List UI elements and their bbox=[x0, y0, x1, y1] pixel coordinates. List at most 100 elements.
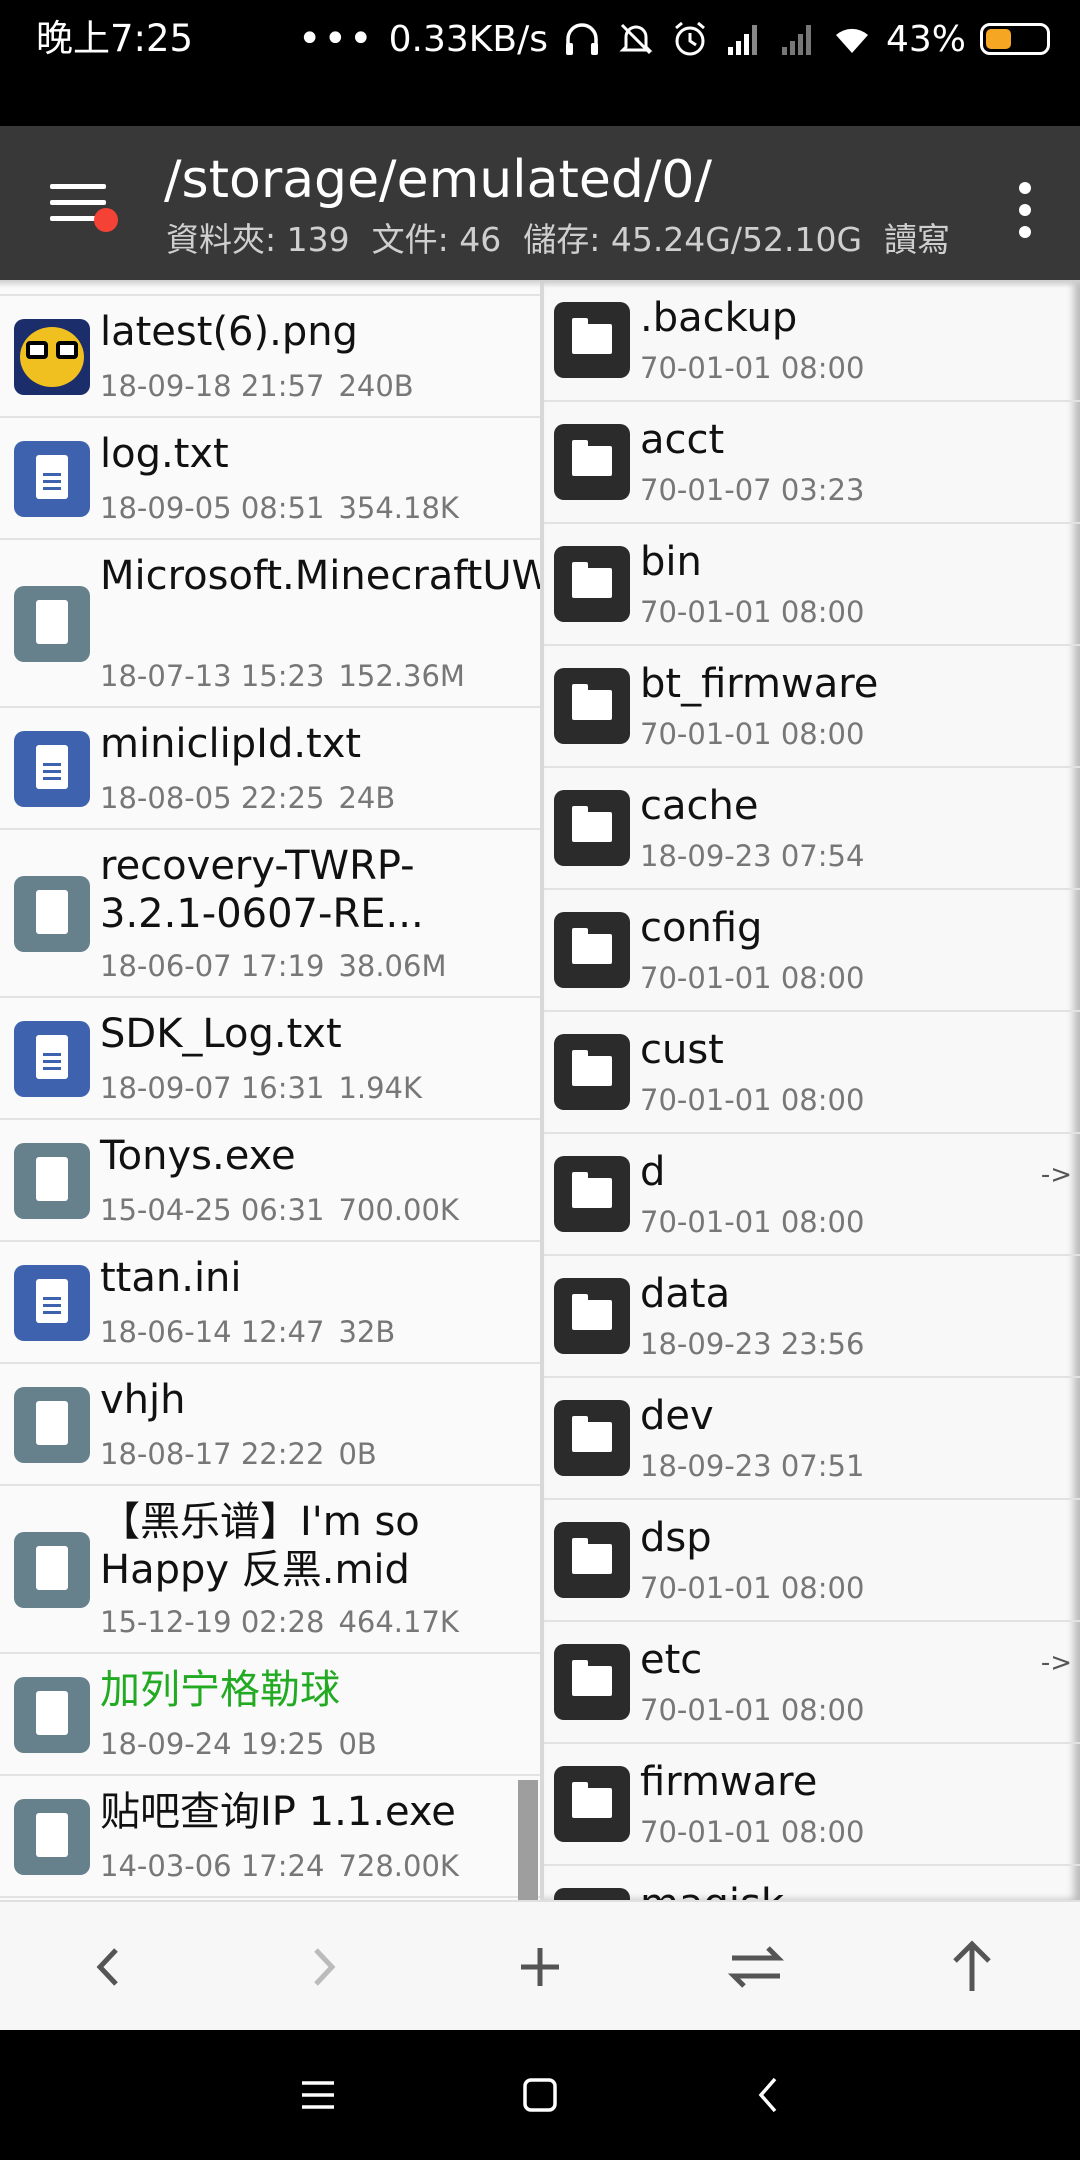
back-button[interactable] bbox=[0, 1902, 216, 2032]
file-list-item[interactable]: vhjh 18-08-17 22:22 0B bbox=[0, 1364, 540, 1486]
file-size: 38.06M bbox=[338, 949, 447, 983]
file-meta: 18-09-24 19:25 0B bbox=[100, 1726, 377, 1762]
file-size: 152.36M bbox=[338, 659, 465, 693]
folder-name: firmware bbox=[640, 1759, 818, 1805]
folder-icon bbox=[554, 1644, 630, 1720]
file-size: 354.18K bbox=[338, 491, 459, 525]
left-pane[interactable]: latest(6).png 18-09-18 21:57 240B log.txt 18… bbox=[0, 280, 540, 1900]
file-glyph bbox=[36, 1546, 68, 1590]
text-document-icon bbox=[14, 1265, 90, 1341]
folder-list-item[interactable]: magisk bbox=[544, 1866, 1080, 1900]
plus-icon bbox=[521, 1948, 559, 1986]
folder-name: etc bbox=[640, 1637, 703, 1683]
folder-glyph bbox=[572, 1782, 612, 1818]
folder-list-item[interactable]: etc 70-01-01 08:00 -> bbox=[544, 1622, 1080, 1744]
folder-list-item[interactable]: dsp 70-01-01 08:00 bbox=[544, 1500, 1080, 1622]
folder-list-item[interactable]: bt_firmware 70-01-01 08:00 bbox=[544, 646, 1080, 768]
folder-name: acct bbox=[640, 417, 725, 463]
left-pane-scrollbar[interactable] bbox=[518, 1780, 538, 1900]
file-size: 1.94K bbox=[338, 1071, 423, 1105]
symlink-indicator: -> bbox=[1040, 1160, 1072, 1190]
folder-icon bbox=[554, 1156, 630, 1232]
menu-icon bbox=[302, 2081, 334, 2109]
text-document-icon bbox=[14, 1021, 90, 1097]
file-list-item[interactable]: Tonys.exe 15-04-25 06:31 700.00K bbox=[0, 1120, 540, 1242]
folders-count: 資料夾: 139 bbox=[166, 220, 350, 259]
file-list-item[interactable]: 【黑乐谱】I'm so Happy 反黑.mid 15-12-19 02:28 46… bbox=[0, 1486, 540, 1654]
text-document-icon bbox=[14, 441, 90, 517]
eye bbox=[26, 341, 48, 359]
folder-list-item[interactable]: firmware 70-01-01 08:00 bbox=[544, 1744, 1080, 1866]
folder-glyph bbox=[572, 562, 612, 598]
signal-icon bbox=[727, 25, 757, 55]
file-meta: 18-08-05 22:25 24B bbox=[100, 780, 395, 816]
file-list-item[interactable]: 加列宁格勒球 18-09-24 19:25 0B bbox=[0, 1654, 540, 1776]
file-icon bbox=[14, 1143, 90, 1219]
folder-glyph bbox=[572, 318, 612, 354]
folder-glyph bbox=[572, 1538, 612, 1574]
file-glyph bbox=[36, 1401, 68, 1445]
add-button[interactable] bbox=[432, 1902, 648, 2032]
files-count: 文件: 46 bbox=[371, 220, 502, 259]
home-square-icon bbox=[523, 2078, 557, 2112]
file-size: 464.17K bbox=[338, 1605, 459, 1639]
menu-bar bbox=[50, 200, 106, 205]
more-dots-icon: ••• bbox=[297, 16, 375, 62]
folder-icon bbox=[554, 1766, 630, 1842]
hamburger-menu-icon[interactable] bbox=[44, 176, 120, 236]
file-size: 32B bbox=[338, 1315, 396, 1349]
overflow-menu-icon[interactable] bbox=[1010, 180, 1040, 240]
folder-icon bbox=[554, 790, 630, 866]
swap-panes-button[interactable] bbox=[648, 1902, 864, 2032]
storage-usage: 儲存: 45.24G/52.10G bbox=[523, 220, 863, 259]
folder-name: bt_firmware bbox=[640, 661, 879, 707]
toolbar: /storage/emulated/0/ 資料夾: 139 文件: 46 儲存: 4… bbox=[0, 126, 1080, 280]
parent-folder-button[interactable] bbox=[864, 1902, 1080, 2032]
folder-list-item[interactable]: config 70-01-01 08:00 bbox=[544, 890, 1080, 1012]
file-date: 15-04-25 06:31 bbox=[100, 1193, 325, 1227]
folder-icon bbox=[554, 1034, 630, 1110]
folder-date: 70-01-01 08:00 bbox=[640, 1815, 865, 1849]
current-path[interactable]: /storage/emulated/0/ bbox=[164, 148, 712, 212]
folder-name: cache bbox=[640, 783, 759, 829]
file-list-item[interactable]: log.txt 18-09-05 08:51 354.18K bbox=[0, 418, 540, 540]
file-list-item[interactable]: 贴吧查询IP 1.1.exe 14-03-06 17:24 728.00K bbox=[0, 1776, 540, 1898]
file-list-item[interactable]: ttan.ini 18-06-14 12:47 32B bbox=[0, 1242, 540, 1364]
folder-list-item[interactable]: acct 70-01-07 03:23 bbox=[544, 402, 1080, 524]
right-pane[interactable]: .backup 70-01-01 08:00 acct 70-01-07 03:23 b… bbox=[544, 280, 1080, 1900]
file-list-item[interactable]: miniclipId.txt 18-08-05 22:25 24B bbox=[0, 708, 540, 830]
file-size: 728.00K bbox=[338, 1849, 459, 1883]
system-back-button[interactable] bbox=[588, 2030, 948, 2160]
folder-glyph bbox=[572, 928, 612, 964]
folder-icon bbox=[554, 668, 630, 744]
file-list-item[interactable]: recovery-TWRP-3.2.1-0607-RE... 18-06-07 1… bbox=[0, 830, 540, 998]
folder-list-item[interactable]: cust 70-01-01 08:00 bbox=[544, 1012, 1080, 1134]
folder-name: .backup bbox=[640, 295, 798, 341]
folder-glyph bbox=[572, 684, 612, 720]
bottom-action-bar bbox=[0, 1900, 1080, 2030]
folder-name: cust bbox=[640, 1027, 724, 1073]
folder-list-item[interactable]: .backup 70-01-01 08:00 bbox=[544, 280, 1080, 402]
file-name: 贴吧查询IP 1.1.exe bbox=[100, 1789, 456, 1835]
forward-button[interactable] bbox=[216, 1902, 432, 2032]
folder-name: magisk bbox=[640, 1880, 1000, 1900]
file-list-item[interactable]: Microsoft.MinecraftUWP_1.2.2001.0_x64...… bbox=[0, 540, 540, 708]
folder-list-item[interactable]: data 18-09-23 23:56 bbox=[544, 1256, 1080, 1378]
file-date: 18-07-13 15:23 bbox=[100, 659, 325, 693]
folder-list-item[interactable]: cache 18-09-23 07:54 bbox=[544, 768, 1080, 890]
doc-glyph bbox=[36, 455, 68, 499]
file-name: vhjh bbox=[100, 1377, 186, 1423]
folder-date: 18-09-23 23:56 bbox=[640, 1327, 865, 1361]
file-date: 18-06-07 17:19 bbox=[100, 949, 325, 983]
file-list-item[interactable]: latest(6).png 18-09-18 21:57 240B bbox=[0, 296, 540, 418]
folder-list-item[interactable]: dev 18-09-23 07:51 bbox=[544, 1378, 1080, 1500]
doc-glyph bbox=[36, 1279, 68, 1323]
file-icon bbox=[14, 1799, 90, 1875]
file-list-item[interactable]: SDK_Log.txt 18-09-07 16:31 1.94K bbox=[0, 998, 540, 1120]
folder-list-item[interactable]: d 70-01-01 08:00 -> bbox=[544, 1134, 1080, 1256]
file-icon bbox=[14, 586, 90, 662]
folder-date: 70-01-01 08:00 bbox=[640, 1693, 865, 1727]
doc-glyph bbox=[36, 745, 68, 789]
text-document-icon bbox=[14, 731, 90, 807]
folder-list-item[interactable]: bin 70-01-01 08:00 bbox=[544, 524, 1080, 646]
